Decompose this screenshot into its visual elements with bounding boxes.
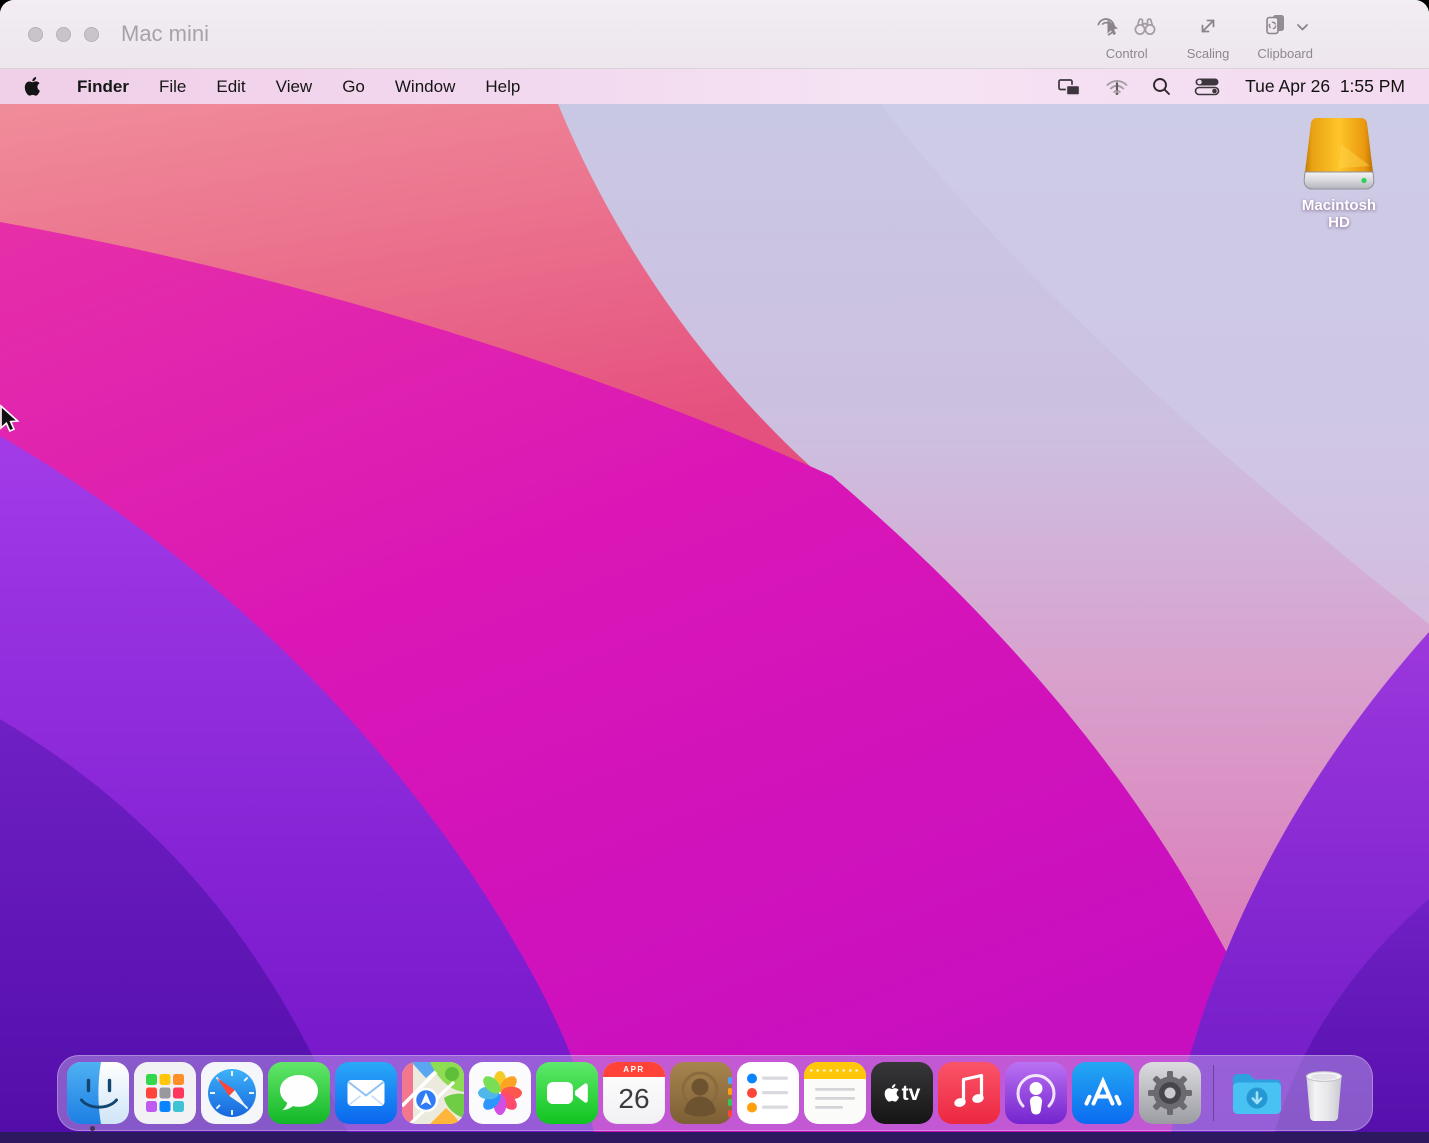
- chevron-down-icon: [1296, 20, 1309, 35]
- tv-label: tv: [902, 1083, 921, 1104]
- dock-item-messages[interactable]: [268, 1062, 330, 1124]
- photos-icon: [469, 1062, 531, 1124]
- menu-go[interactable]: Go: [327, 69, 380, 104]
- apple-icon: [24, 77, 40, 96]
- dock-item-reminders[interactable]: [737, 1062, 799, 1124]
- mouse-cursor-icon: [0, 403, 21, 440]
- close-button[interactable]: [28, 27, 43, 42]
- zoom-button[interactable]: [84, 27, 99, 42]
- clipboard-label: Clipboard: [1257, 46, 1313, 61]
- menu-bar-clock[interactable]: Tue Apr 26 1:55 PM: [1245, 76, 1405, 97]
- scaling-button[interactable]: [1196, 14, 1220, 41]
- menu-edit[interactable]: Edit: [201, 69, 260, 104]
- menu-help[interactable]: Help: [470, 69, 535, 104]
- control-group: Control: [1095, 9, 1159, 61]
- app-store-icon: [1072, 1062, 1134, 1124]
- clipboard-button[interactable]: [1262, 12, 1309, 43]
- scaling-arrows-icon: [1196, 14, 1220, 41]
- clipboard-group: Clipboard: [1257, 9, 1313, 61]
- launchpad-icon: [134, 1062, 196, 1124]
- dock-item-app-store[interactable]: [1072, 1062, 1134, 1124]
- dock-item-podcasts[interactable]: [1005, 1062, 1067, 1124]
- monterey-wallpaper: [0, 104, 1429, 1143]
- dock-item-downloads[interactable]: [1226, 1062, 1288, 1124]
- trash-icon: [1293, 1062, 1355, 1124]
- finder-icon: [67, 1062, 129, 1124]
- dock-item-facetime[interactable]: [536, 1062, 598, 1124]
- dock-item-tv[interactable]: tv: [871, 1062, 933, 1124]
- traffic-lights: [28, 27, 99, 42]
- macintosh-hd-icon[interactable]: Macintosh HD: [1292, 116, 1386, 231]
- messages-icon: [268, 1062, 330, 1124]
- dock-item-photos[interactable]: [469, 1062, 531, 1124]
- title-bar: Mac mini: [0, 0, 1429, 69]
- calendar-icon: APR 26: [603, 1062, 665, 1124]
- scaling-group: Scaling: [1187, 9, 1230, 61]
- mail-icon: [335, 1062, 397, 1124]
- contacts-icon: [670, 1062, 732, 1124]
- downloads-folder-icon: [1226, 1062, 1288, 1124]
- menu-bar-status: Tue Apr 26 1:55 PM: [1057, 76, 1405, 97]
- menu-view[interactable]: View: [261, 69, 328, 104]
- podcasts-icon: [1005, 1062, 1067, 1124]
- search-icon[interactable]: [1152, 77, 1171, 96]
- dock-item-system-preferences[interactable]: [1139, 1062, 1201, 1124]
- notes-icon: [804, 1062, 866, 1124]
- wifi-warning-icon[interactable]: [1105, 77, 1129, 97]
- clipboard-icon: [1262, 12, 1292, 43]
- calendar-day: 26: [603, 1074, 665, 1124]
- maps-icon: [402, 1062, 464, 1124]
- observe-button[interactable]: [1131, 13, 1159, 42]
- apple-tv-icon: tv: [871, 1062, 933, 1124]
- dock-item-music[interactable]: [938, 1062, 1000, 1124]
- dock-separator: [1213, 1065, 1214, 1121]
- dock-item-maps[interactable]: [402, 1062, 464, 1124]
- dock-item-mail[interactable]: [335, 1062, 397, 1124]
- control-cursor-icon: [1095, 13, 1121, 42]
- scaling-label: Scaling: [1187, 46, 1230, 61]
- dock-item-trash[interactable]: [1293, 1062, 1355, 1124]
- dock: APR 26: [57, 1055, 1373, 1131]
- apple-menu[interactable]: [24, 77, 40, 96]
- minimize-button[interactable]: [56, 27, 71, 42]
- safari-icon: [201, 1062, 263, 1124]
- running-indicator: [90, 1126, 95, 1131]
- menu-file[interactable]: File: [144, 69, 201, 104]
- dock-item-notes[interactable]: [804, 1062, 866, 1124]
- menu-window[interactable]: Window: [380, 69, 470, 104]
- remote-desktop-window: Mac mini: [0, 0, 1429, 1143]
- window-title: Mac mini: [121, 21, 209, 47]
- control-center-icon[interactable]: [1194, 77, 1220, 96]
- remote-toolbar: Control Scaling: [1095, 0, 1429, 77]
- dock-item-calendar[interactable]: APR 26: [603, 1062, 665, 1124]
- control-label: Control: [1106, 46, 1148, 61]
- facetime-icon: [536, 1062, 598, 1124]
- dock-item-safari[interactable]: [201, 1062, 263, 1124]
- music-icon: [938, 1062, 1000, 1124]
- system-preferences-icon: [1139, 1062, 1201, 1124]
- control-button[interactable]: [1095, 13, 1121, 42]
- dock-item-contacts[interactable]: [670, 1062, 732, 1124]
- volume-label: Macintosh HD: [1292, 197, 1386, 231]
- reminders-icon: [737, 1062, 799, 1124]
- dock-item-launchpad[interactable]: [134, 1062, 196, 1124]
- desktop[interactable]: Macintosh HD: [0, 104, 1429, 1143]
- menu-items: Finder File Edit View Go Window Help: [62, 69, 535, 104]
- binoculars-icon: [1131, 13, 1159, 42]
- screen-mirroring-icon[interactable]: [1057, 77, 1082, 97]
- dock-item-finder[interactable]: [67, 1062, 129, 1124]
- hard-drive-icon: [1301, 116, 1377, 194]
- menu-finder[interactable]: Finder: [62, 69, 144, 104]
